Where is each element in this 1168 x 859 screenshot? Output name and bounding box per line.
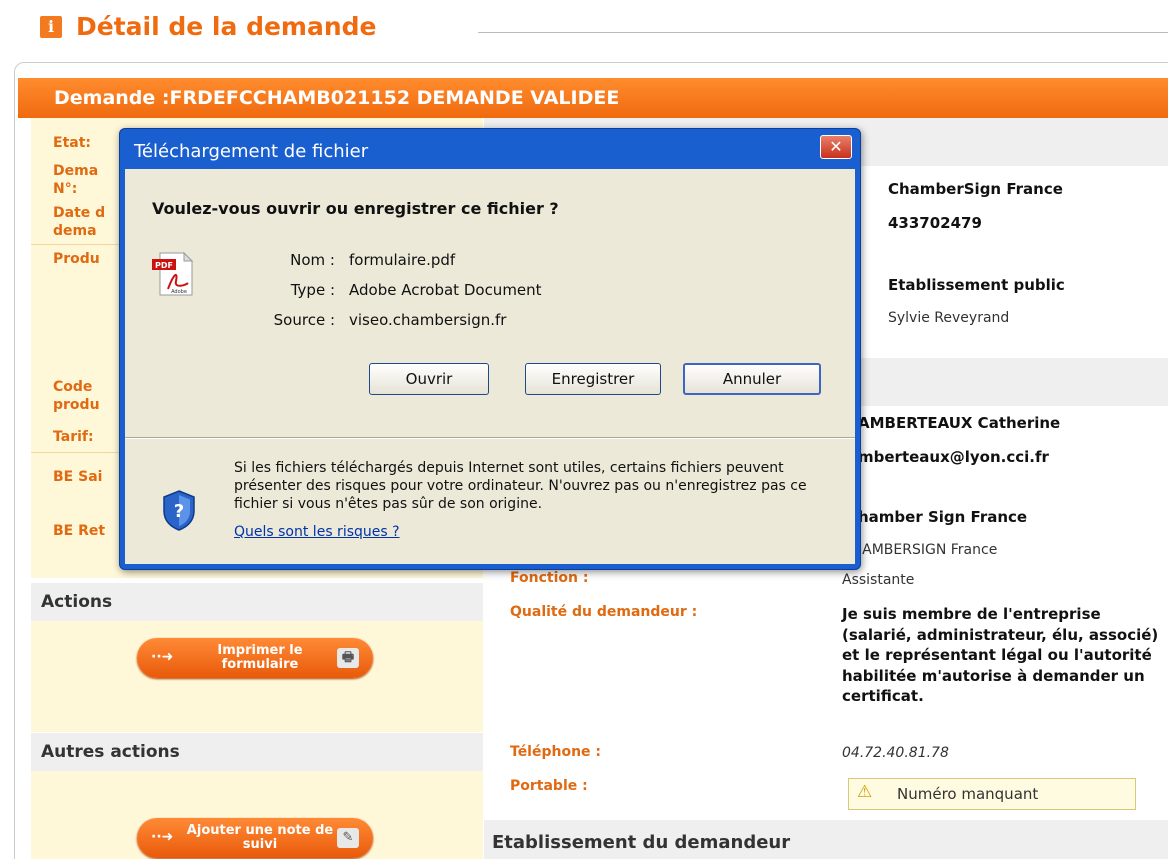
phone-value: 04.72.40.81.78: [842, 745, 949, 761]
dialog-title: Téléchargement de fichier: [134, 141, 369, 162]
function-value: Assistante: [842, 572, 915, 588]
note-edit-icon: ✎: [337, 828, 359, 848]
number-label: N°:: [53, 181, 78, 197]
file-download-dialog: Téléchargement de fichier ✕ Voulez-vous …: [119, 128, 861, 570]
page-title-bar: i Détail de la demande: [40, 10, 1168, 46]
applicant-organisation-value: IAMBERSIGN France: [858, 542, 998, 558]
file-source-value: viseo.chambersign.fr: [349, 311, 507, 329]
missing-number-badge: ⚠ Numéro manquant: [848, 778, 1136, 810]
title-divider: [478, 32, 1168, 33]
dialog-divider: [125, 437, 855, 439]
code-label: Code: [53, 379, 93, 395]
date-label: Date d: [53, 205, 106, 221]
file-type-value: Adobe Acrobat Document: [349, 281, 542, 299]
cancel-button[interactable]: Annuler: [683, 363, 821, 395]
siren-value: 433702479: [888, 214, 982, 232]
be-input-label: BE Sai: [53, 469, 103, 485]
file-type-label: Type :: [290, 281, 335, 299]
pdf-badge: PDF: [155, 261, 173, 270]
arrow-right-icon: ··➜: [151, 829, 174, 845]
be-return-label: BE Ret: [53, 523, 106, 539]
contact-person-value: Sylvie Reveyrand: [888, 310, 1010, 326]
price-label: Tarif:: [53, 429, 94, 445]
svg-text:?: ?: [174, 501, 184, 522]
quality-value: Je suis membre de l'entreprise (salarié,…: [842, 605, 1159, 705]
phone-label: Téléphone :: [510, 744, 602, 760]
warning-icon: ⚠: [857, 782, 873, 802]
print-form-label: Imprimer le formulaire: [217, 643, 303, 672]
company-value: ChamberSign France: [888, 180, 1063, 198]
pdf-brand: Adobe: [171, 289, 187, 295]
quality-label: Qualité du demandeur :: [510, 604, 698, 620]
dialog-body: Voulez-vous ouvrir ou enregistrer ce fic…: [125, 169, 855, 564]
page-title: Détail de la demande: [76, 12, 377, 41]
info-icon: i: [40, 16, 62, 38]
function-label: Fonction :: [510, 570, 589, 586]
file-source-label: Source :: [273, 311, 335, 329]
save-button[interactable]: Enregistrer: [525, 363, 661, 395]
open-button[interactable]: Ouvrir: [369, 363, 489, 395]
state-label: Etat:: [53, 135, 91, 151]
add-note-label: Ajouter une note de suivi: [186, 823, 334, 852]
applicant-name-value: AMBERTEAUX Catherine: [858, 414, 1061, 432]
request-number-label: Dema: [53, 163, 99, 179]
applicant-company-value: hamber Sign France: [858, 508, 1028, 526]
arrow-right-icon: ··➜: [151, 649, 174, 665]
security-warning-text: Si les fichiers téléchargés depuis Inter…: [234, 460, 807, 512]
mobile-label: Portable :: [510, 778, 588, 794]
close-icon[interactable]: ✕: [820, 135, 852, 159]
dialog-question: Voulez-vous ouvrir ou enregistrer ce fic…: [152, 199, 559, 218]
product-label: Produ: [53, 251, 100, 267]
request-header: Demande :FRDEFCCHAMB021152 DEMANDE VALID…: [18, 78, 1168, 118]
product-code-label: produ: [53, 397, 100, 413]
request-date-label: dema: [53, 223, 97, 239]
pdf-file-icon: PDF Adobe: [152, 251, 194, 296]
risks-link[interactable]: Quels sont les risques ?: [234, 524, 400, 540]
other-actions-heading: Autres actions: [31, 733, 483, 771]
add-note-button[interactable]: ··➜ Ajouter une note de suivi ✎: [137, 818, 373, 858]
print-form-button[interactable]: ··➜ Imprimer le formulaire 🖶: [137, 638, 373, 678]
actions-heading: Actions: [31, 583, 483, 621]
file-name-label: Nom :: [290, 251, 335, 269]
missing-number-text: Numéro manquant: [897, 785, 1039, 803]
establishment-heading: Etablissement du demandeur: [484, 820, 1168, 859]
printer-icon: 🖶: [337, 648, 359, 668]
establishment-type-value: Etablissement public: [888, 276, 1065, 294]
security-shield-icon: ?: [163, 490, 195, 531]
file-name-value: formulaire.pdf: [349, 251, 456, 269]
applicant-email-value: mberteaux@lyon.cci.fr: [858, 448, 1049, 466]
